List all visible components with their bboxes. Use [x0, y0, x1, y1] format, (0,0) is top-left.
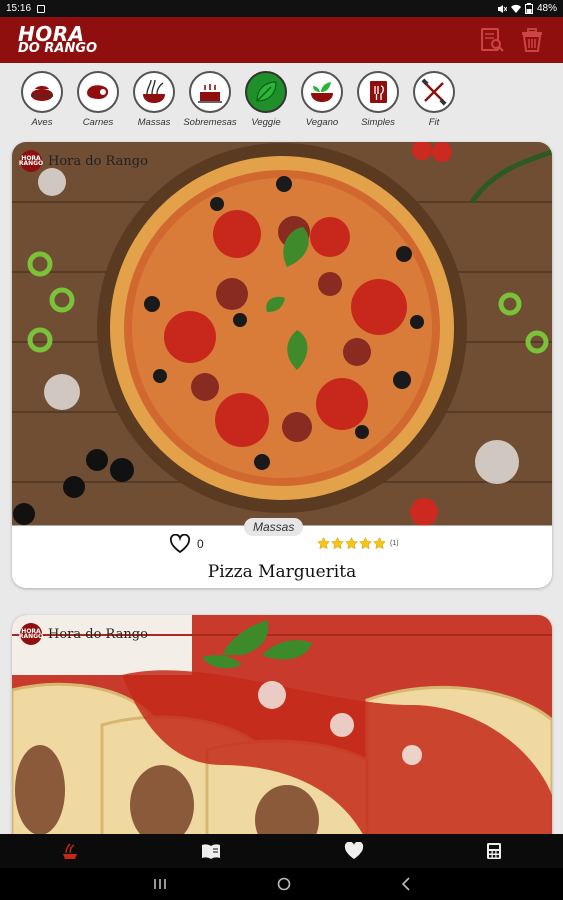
chicken-icon [31, 86, 53, 101]
brand-chip: HORA RANGO Hora do Rango [19, 150, 148, 172]
recipe-card[interactable]: HORA RANGO Hora do Rango [12, 615, 552, 834]
category-veggie[interactable]: Veggie [238, 71, 294, 135]
cookbook-icon [370, 81, 387, 103]
home-icon[interactable] [277, 877, 291, 891]
cake-icon [198, 84, 222, 103]
battery-icon [524, 3, 533, 14]
category-carnes[interactable]: Carnes [70, 71, 126, 135]
book-icon[interactable] [201, 842, 221, 860]
star-rating-icon [317, 537, 386, 550]
meat-icon [87, 85, 109, 99]
notification-icon [37, 4, 46, 13]
rating-stars: (1) [317, 537, 399, 550]
rating-count: (1) [390, 540, 399, 547]
recipe-card[interactable]: HORA RANGO Hora do Rango Massas 0 (1) Pi… [12, 142, 552, 588]
app-logo[interactable]: HORA DO RANGO [18, 24, 97, 55]
battery-level: 48% [536, 3, 557, 14]
recents-icon[interactable] [153, 878, 167, 890]
like-count: 0 [197, 537, 204, 551]
wifi-icon [510, 4, 521, 13]
favorites-heart-icon[interactable] [344, 842, 364, 860]
category-vegano[interactable]: Vegano [294, 71, 350, 135]
status-bar: 15:16 48% [0, 0, 563, 17]
category-simples[interactable]: Simples [350, 71, 406, 135]
home-recipes-icon[interactable] [61, 842, 79, 860]
heart-outline-icon[interactable] [169, 534, 191, 554]
recipe-feed[interactable]: HORA RANGO Hora do Rango Massas 0 (1) Pi… [0, 135, 563, 834]
recipe-search-icon[interactable] [479, 27, 505, 53]
like-counter[interactable]: 0 [169, 534, 204, 554]
dumbbell-icon [421, 78, 447, 106]
category-bar: Aves Carnes Massas Sobremesas Veggie Veg… [0, 63, 563, 135]
trash-icon[interactable] [519, 27, 545, 53]
pasta-icon [143, 79, 165, 103]
brand-chip: HORA RANGO Hora do Rango [19, 623, 148, 645]
calculator-icon[interactable] [486, 842, 502, 860]
card-meta: 0 (1) Pizza Marguerita [12, 530, 552, 588]
clock: 15:16 [6, 3, 32, 14]
app-bar: HORA DO RANGO [0, 17, 563, 63]
leaf-icon [256, 81, 277, 102]
recipe-photo-cannelloni [12, 615, 552, 834]
category-aves[interactable]: Aves [14, 71, 70, 135]
back-icon[interactable] [401, 877, 411, 891]
category-fit[interactable]: Fit [406, 71, 462, 135]
vegan-bowl-icon [311, 82, 333, 102]
brand-badge-icon: HORA RANGO [19, 623, 43, 645]
category-sobremesas[interactable]: Sobremesas [182, 71, 238, 135]
brand-badge-icon: HORA RANGO [19, 150, 43, 172]
category-massas[interactable]: Massas [126, 71, 182, 135]
mute-icon [497, 4, 507, 13]
recipe-photo-pizza [12, 142, 552, 527]
system-navigation [0, 868, 563, 900]
bottom-navigation [0, 834, 563, 868]
recipe-title[interactable]: Pizza Marguerita [12, 562, 552, 582]
